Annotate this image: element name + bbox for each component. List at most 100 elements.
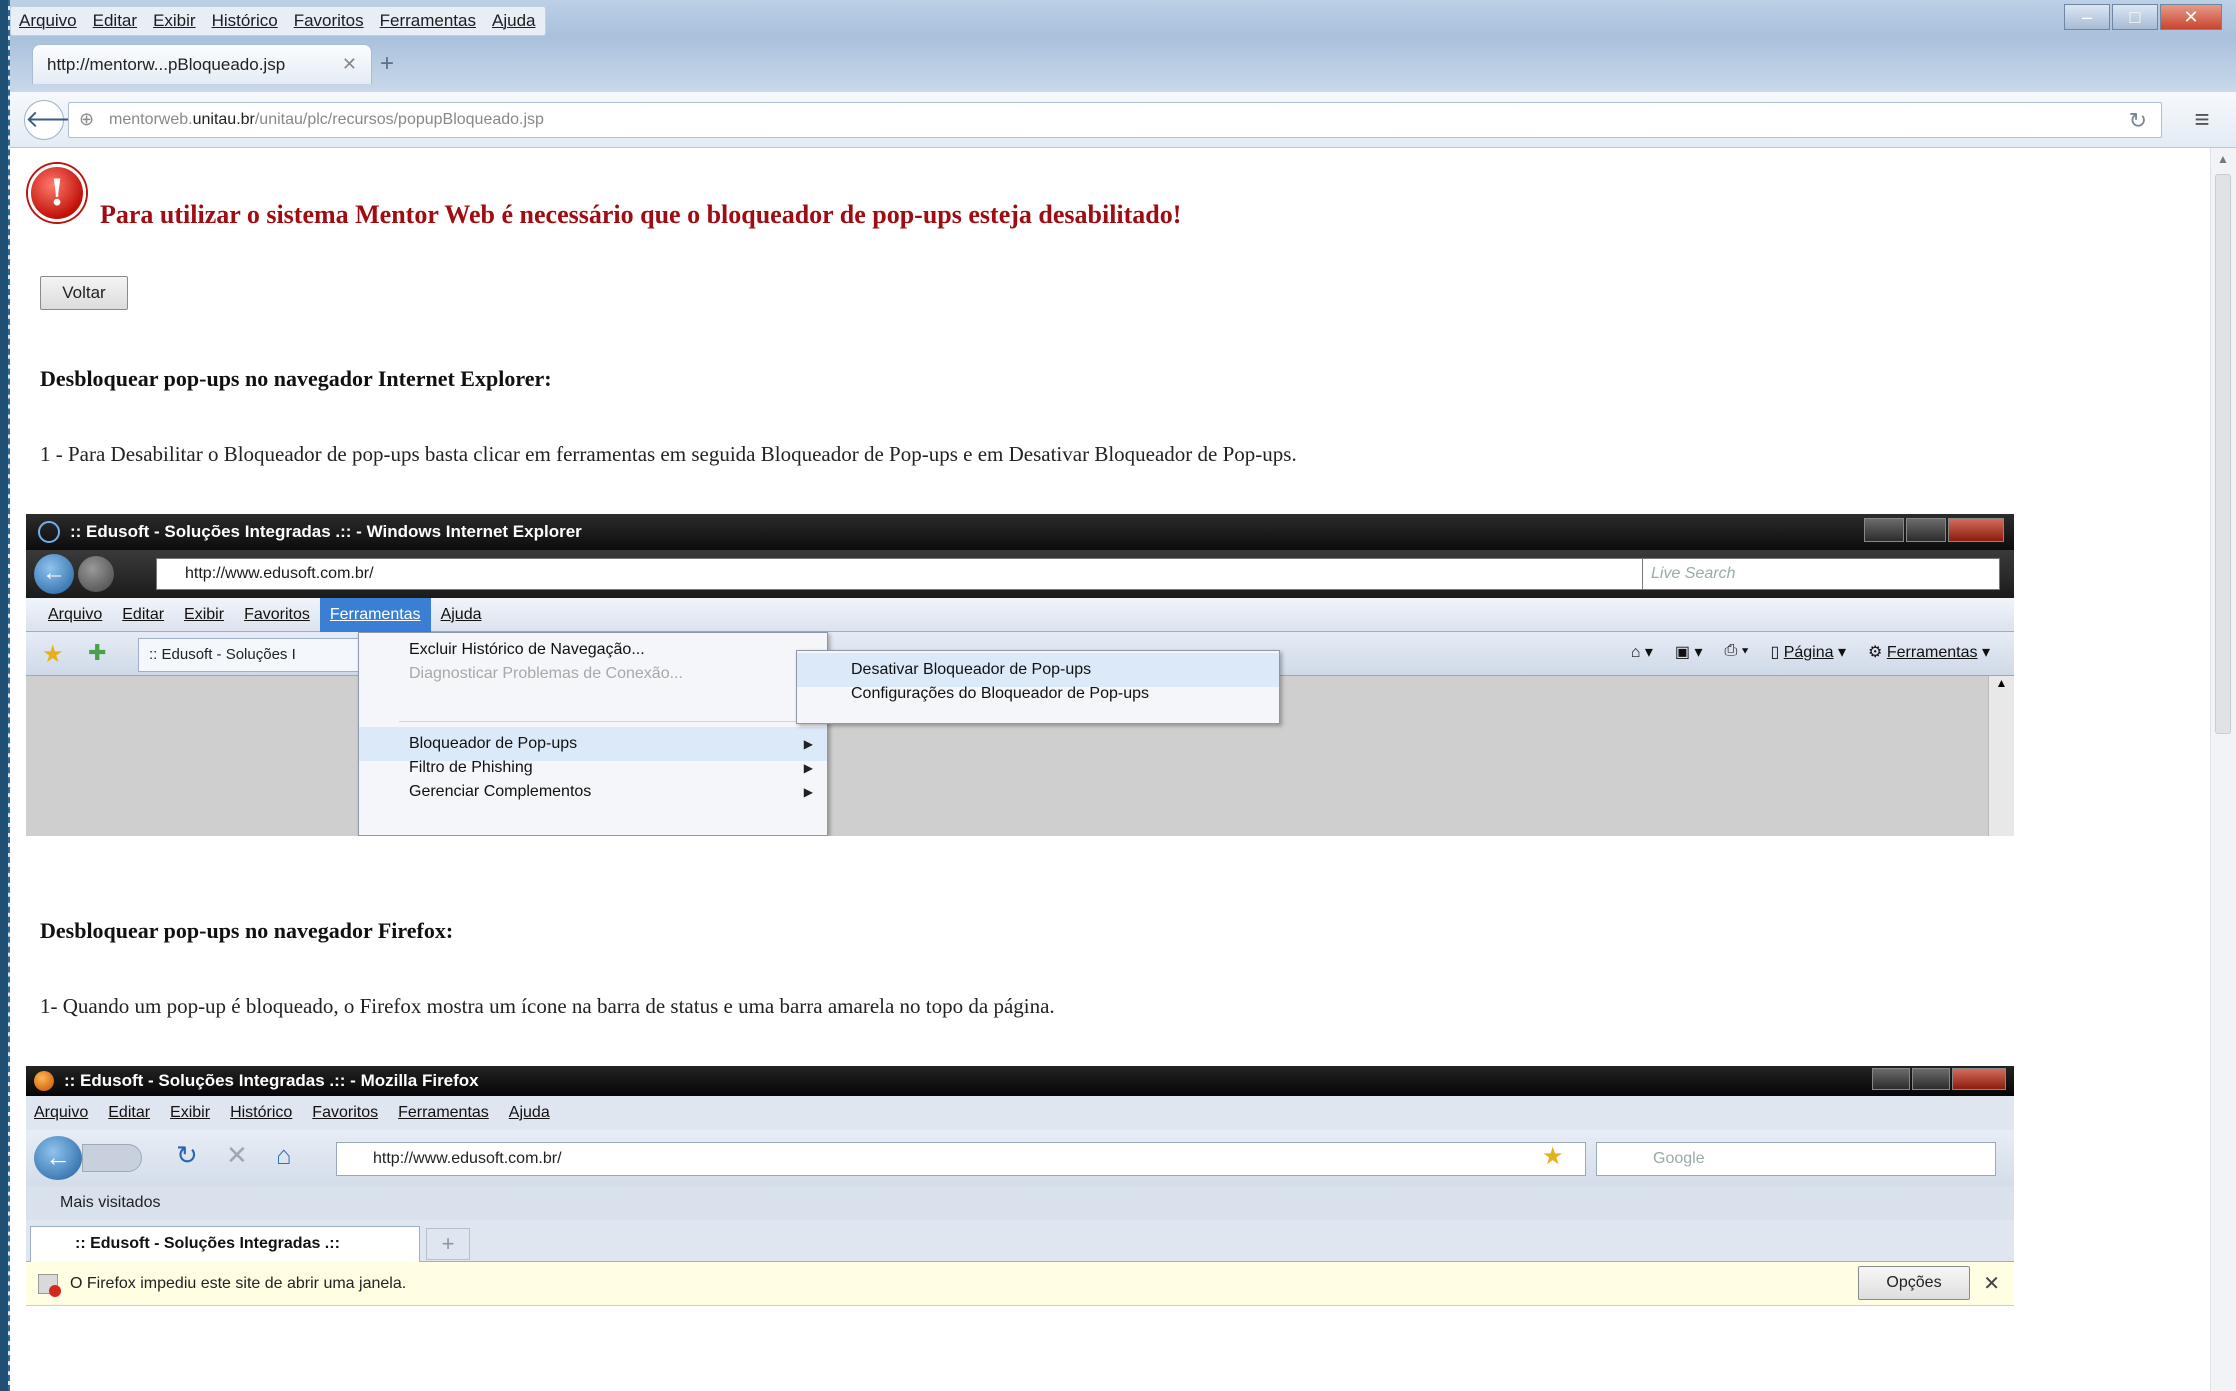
page-content: ! Para utilizar o sistema Mentor Web é n… xyxy=(10,148,2210,1391)
ff-menu-favoritos: Favoritos xyxy=(312,1104,379,1121)
scrollbar-thumb[interactable] xyxy=(2215,174,2231,734)
ie-logo-icon xyxy=(38,521,60,543)
url-domain: unitau.br xyxy=(192,111,255,128)
ie-menu-ferramentas: Ferramentas xyxy=(319,597,431,632)
ff-menu-ajuda: Ajuda xyxy=(508,1104,550,1121)
ie-tab: :: Edusoft - Soluções I xyxy=(138,638,360,672)
ff-tab-strip: :: Edusoft - Soluções Integradas .:: + xyxy=(26,1220,2014,1262)
ie-favorites-star-icon: ★ xyxy=(42,641,64,668)
browser-window: Arquivo Editar Exibir Histórico Favorito… xyxy=(8,0,2236,1391)
ie-dd-separator xyxy=(399,721,819,722)
ie-command-bar: ⌂ ▾ ▣ ▾ ⎙ ▾ ▯ Página ▾ ⚙ Ferramentas ▾ xyxy=(1631,642,1990,662)
ff-screenshot: :: Edusoft - Soluções Integradas .:: - M… xyxy=(26,1066,2014,1328)
ie-add-favorite-icon: ✚ xyxy=(88,640,107,665)
ie-address-row: ← http://www.edusoft.com.br/ Live Search xyxy=(26,550,2014,598)
ie-title: :: Edusoft - Soluções Integradas .:: - W… xyxy=(70,522,582,541)
ff-options-button: Opções xyxy=(1858,1266,1970,1300)
ff-menu-arquivo: Arquivo xyxy=(34,1104,89,1121)
maximize-button[interactable]: □ xyxy=(2112,4,2158,30)
reload-icon[interactable]: ↻ xyxy=(2129,108,2147,134)
ff-title: :: Edusoft - Soluções Integradas .:: - M… xyxy=(64,1071,479,1090)
ff-heading: Desbloquear pop-ups no navegador Firefox… xyxy=(40,918,454,943)
ie-feeds-icon: ▣ ▾ xyxy=(1674,644,1703,661)
hamburger-menu-icon[interactable]: ≡ xyxy=(2182,100,2222,140)
menu-bar: Arquivo Editar Exibir Histórico Favorito… xyxy=(10,6,547,36)
new-tab-icon[interactable]: + xyxy=(380,50,394,78)
ie-menu-editar: Editar xyxy=(122,605,165,623)
ie-heading: Desbloquear pop-ups no navegador Interne… xyxy=(40,366,552,391)
ie-home-icon: ⌂ ▾ xyxy=(1630,644,1653,661)
menu-favoritos[interactable]: Favoritos xyxy=(294,11,364,31)
ff-menu-editar: Editar xyxy=(108,1104,151,1121)
ff-tab: :: Edusoft - Soluções Integradas .:: xyxy=(30,1226,420,1262)
browser-tab[interactable]: http://mentorw...pBloqueado.jsp ✕ xyxy=(32,44,372,84)
ie-menu-arquivo: Arquivo xyxy=(48,605,103,623)
error-icon: ! xyxy=(28,164,86,222)
ie-menu-bar: Arquivo Editar Exibir Favoritos Ferramen… xyxy=(26,597,2014,632)
ff-search: Google xyxy=(1596,1142,1996,1176)
ff-step1: 1- Quando um pop-up é bloqueado, o Firef… xyxy=(40,994,1055,1018)
ie-sub-item-2: Configurações do Bloqueador de Pop-ups xyxy=(851,685,1149,702)
chevron-right-icon: ▶ xyxy=(803,785,813,799)
scroll-up-icon[interactable]: ▲ xyxy=(2217,152,2229,166)
ff-home-icon: ⌂ xyxy=(276,1140,292,1170)
ff-bookmark-item: Mais visitados xyxy=(60,1194,161,1211)
ie-window-controls xyxy=(1864,518,2004,542)
menu-ajuda[interactable]: Ajuda xyxy=(492,11,535,31)
ff-close-bar-icon: ✕ xyxy=(1983,1273,2000,1295)
ie-dd-item-4-label: Filtro de Phishing xyxy=(409,759,533,776)
back-page-button[interactable]: Voltar xyxy=(40,276,128,310)
warning-message: Para utilizar o sistema Mentor Web é nec… xyxy=(100,200,1182,229)
ff-menu-exibir: Exibir xyxy=(170,1104,211,1121)
menu-arquivo[interactable]: Arquivo xyxy=(19,11,77,31)
window-controls: – □ ✕ xyxy=(2064,4,2222,30)
ie-page-label: Página xyxy=(1783,644,1834,661)
close-tab-icon[interactable]: ✕ xyxy=(342,54,357,75)
ie-step1: 1 - Para Desabilitar o Bloqueador de pop… xyxy=(40,442,1297,466)
back-button[interactable]: 🡐 xyxy=(24,100,89,140)
url-prefix: mentorweb. xyxy=(109,111,193,128)
ie-dd-item-5: Gerenciar Complementos ▶ xyxy=(359,775,827,809)
ff-new-tab-icon: + xyxy=(426,1228,470,1260)
ie-dd-item-2: Diagnosticar Problemas de Conexão... xyxy=(409,665,683,682)
popup-blocked-icon xyxy=(38,1274,61,1297)
page-scrollbar[interactable]: ▲ xyxy=(2210,148,2236,1391)
minimize-button[interactable]: – xyxy=(2064,4,2110,30)
ff-popup-blocked-bar: O Firefox impediu este site de abrir uma… xyxy=(26,1262,2014,1306)
menu-historico[interactable]: Histórico xyxy=(212,11,278,31)
ie-back-icon: ← xyxy=(34,554,74,594)
ff-bookmark-bar: Mais visitados xyxy=(26,1186,2014,1220)
ie-search: Live Search xyxy=(1642,558,2000,590)
ff-reload-icon: ↻ xyxy=(176,1140,198,1170)
ie-print-icon: ⎙ ▾ xyxy=(1724,642,1749,659)
tab-title: http://mentorw...pBloqueado.jsp xyxy=(47,54,286,74)
ff-menu-ferramentas: Ferramentas xyxy=(398,1104,489,1121)
ie-tools-menu: ⚙ Ferramentas ▾ xyxy=(1868,644,1990,661)
ie-title-bar: :: Edusoft - Soluções Integradas .:: - W… xyxy=(26,514,2014,550)
globe-icon: ⊕ xyxy=(79,109,95,129)
ie-url: http://www.edusoft.com.br/ xyxy=(156,558,1648,590)
menu-exibir[interactable]: Exibir xyxy=(153,11,196,31)
address-bar[interactable]: ⊕ mentorweb. unitau.br/unitau/plc/recurso… xyxy=(68,102,2162,138)
ie-dd-item-5-label: Gerenciar Complementos xyxy=(409,783,592,800)
close-window-button[interactable]: ✕ xyxy=(2160,4,2222,30)
ff-nav-bar: ← ↻ ✕ ⌂ http://www.edusoft.com.br/ ★ Goo… xyxy=(26,1130,2014,1186)
menu-ferramentas[interactable]: Ferramentas xyxy=(380,11,476,31)
ie-tools-dropdown: Excluir Histórico de Navegação... Diagno… xyxy=(358,632,828,836)
ie-page-menu: ▯ Página ▾ xyxy=(1770,644,1847,661)
ff-menu-historico: Histórico xyxy=(230,1104,293,1121)
ff-menu-bar: Arquivo Editar Exibir Histórico Favorito… xyxy=(26,1096,2014,1130)
ff-window-controls xyxy=(1872,1068,2006,1090)
firefox-logo-icon xyxy=(34,1071,54,1091)
ff-bookmark-star-icon: ★ xyxy=(1542,1143,1564,1170)
menu-editar[interactable]: Editar xyxy=(93,11,137,31)
ie-menu-favoritos: Favoritos xyxy=(244,605,310,623)
ff-notification-text: O Firefox impediu este site de abrir uma… xyxy=(70,1275,407,1292)
ff-forward-icon xyxy=(82,1144,142,1172)
ie-forward-icon xyxy=(78,556,114,592)
ie-tools-label: Ferramentas xyxy=(1886,644,1978,661)
ie-screenshot: :: Edusoft - Soluções Integradas .:: - W… xyxy=(26,514,2014,836)
ff-title-bar: :: Edusoft - Soluções Integradas .:: - M… xyxy=(26,1066,2014,1096)
ie-dd-item-3-label: Bloqueador de Pop-ups xyxy=(409,735,578,752)
ff-stop-icon: ✕ xyxy=(226,1140,248,1170)
